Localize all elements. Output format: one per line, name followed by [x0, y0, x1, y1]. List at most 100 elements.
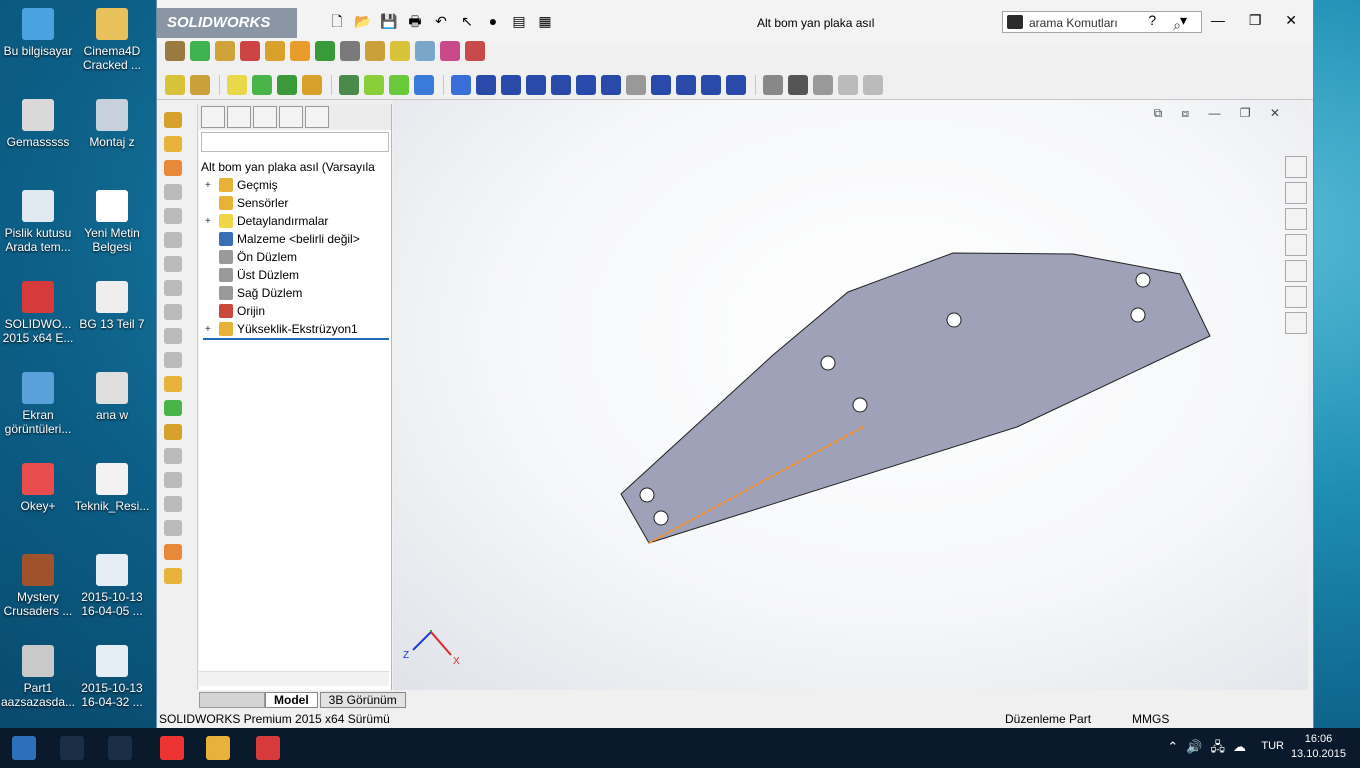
desktop-icon[interactable]: Part1 aazsazasda...: [0, 645, 76, 709]
line-icon[interactable]: [451, 74, 471, 95]
section-view-icon[interactable]: [788, 74, 808, 95]
hole-icon[interactable]: [164, 256, 182, 272]
task-view-icon[interactable]: [108, 736, 132, 760]
tree-item[interactable]: Orijin: [199, 302, 391, 320]
relations-icon[interactable]: [364, 74, 384, 95]
undo-icon[interactable]: ↶: [431, 12, 451, 30]
window-controls[interactable]: ? ▾ — ❐ ✕: [1148, 12, 1307, 29]
measure-icon[interactable]: [813, 74, 833, 95]
grid-icon[interactable]: [339, 74, 359, 95]
tree-item[interactable]: Sensörler: [199, 194, 391, 212]
draft-side-icon[interactable]: [164, 352, 182, 368]
home-icon[interactable]: [1285, 156, 1307, 178]
freeform-icon[interactable]: [164, 520, 182, 536]
mirror-icon[interactable]: [465, 41, 485, 61]
chamfer-icon[interactable]: [164, 304, 182, 320]
reference-icon[interactable]: [164, 424, 182, 440]
hole[interactable]: [653, 510, 669, 526]
forum-icon[interactable]: [1285, 312, 1307, 334]
desktop-icon[interactable]: Ekran görüntüleri...: [0, 372, 76, 436]
tree-root-part[interactable]: Alt bom yan plaka asıl (Varsayıla: [199, 154, 391, 176]
desktop-icon[interactable]: Pislik kutusu Arada tem...: [0, 190, 76, 254]
solidworks-taskbar-icon[interactable]: [256, 736, 280, 760]
mirror-side-icon[interactable]: [164, 472, 182, 488]
expand-toggle[interactable]: +: [205, 180, 215, 191]
tab-display-manager[interactable]: [305, 106, 329, 128]
hole[interactable]: [852, 397, 868, 413]
fillet-side-icon[interactable]: [164, 280, 182, 296]
hole[interactable]: [1130, 307, 1146, 323]
expand-toggle[interactable]: +: [205, 324, 215, 335]
tree-item[interactable]: + Geçmiş: [199, 176, 391, 194]
cut-icon[interactable]: [164, 232, 182, 248]
smart-dimension-icon[interactable]: [190, 74, 210, 95]
tab-configuration-manager[interactable]: [253, 106, 277, 128]
pattern-icon[interactable]: [365, 41, 385, 61]
desktop-icon[interactable]: Teknik_Resi...: [74, 463, 150, 513]
desktop-icon[interactable]: 2015-10-13 16-04-05 ...: [74, 554, 150, 618]
rollback-bar[interactable]: [203, 338, 389, 340]
extruded-boss-icon[interactable]: [165, 41, 185, 61]
hole-wizard-icon[interactable]: [315, 41, 335, 61]
polygon-icon[interactable]: [651, 74, 671, 95]
custom-properties-icon[interactable]: [1285, 286, 1307, 308]
tab-3d-view[interactable]: 3B Görünüm: [319, 692, 406, 708]
linear-pattern-icon[interactable]: [838, 74, 858, 95]
file-properties-icon[interactable]: ▤: [509, 12, 529, 30]
design-library-icon[interactable]: [1285, 182, 1307, 204]
tree-item[interactable]: Üst Düzlem: [199, 266, 391, 284]
dome-icon[interactable]: [164, 496, 182, 512]
swept-boss-icon[interactable]: [215, 41, 235, 61]
rectangle-icon[interactable]: [476, 74, 496, 95]
hole[interactable]: [946, 312, 962, 328]
ellipse-icon[interactable]: [601, 74, 621, 95]
fillet-sketch-icon[interactable]: [626, 74, 646, 95]
extruded-cut-icon[interactable]: [290, 41, 310, 61]
system-tray-icons[interactable]: ⌃🔊🖧☁: [1167, 738, 1254, 760]
rib-side-icon[interactable]: [164, 328, 182, 344]
tab-property-manager[interactable]: [227, 106, 251, 128]
reference-geometry-icon[interactable]: [227, 74, 247, 95]
appearances-icon[interactable]: [1285, 260, 1307, 282]
revolve-icon[interactable]: [164, 136, 182, 152]
move-entities-icon[interactable]: [863, 74, 883, 95]
search-taskbar-icon[interactable]: [60, 736, 84, 760]
pattern-side-icon[interactable]: [164, 448, 182, 464]
hole[interactable]: [1135, 272, 1151, 288]
hole[interactable]: [820, 355, 836, 371]
lofted-boss-icon[interactable]: [240, 41, 260, 61]
rib-icon[interactable]: [390, 41, 410, 61]
status-units[interactable]: MMGS: [1132, 712, 1169, 726]
desktop-icon[interactable]: ana w: [74, 372, 150, 422]
open-folder-icon[interactable]: 📂: [353, 12, 373, 30]
file-explorer-icon[interactable]: [1285, 208, 1307, 230]
view-palette-icon[interactable]: [1285, 234, 1307, 256]
wrap-icon[interactable]: [164, 376, 182, 392]
split-icon[interactable]: [164, 568, 182, 584]
tab-dimxpert-manager[interactable]: [279, 106, 303, 128]
fillet-icon[interactable]: [340, 41, 360, 61]
slot-icon[interactable]: [501, 74, 521, 95]
move-face-icon[interactable]: [164, 544, 182, 560]
select-cursor-icon[interactable]: ↖: [457, 12, 477, 30]
clock[interactable]: 16:06 13.10.2015: [1291, 732, 1346, 762]
centerline-icon[interactable]: [701, 74, 721, 95]
desktop-icon[interactable]: 2015-10-13 16-04-32 ...: [74, 645, 150, 709]
input-language[interactable]: TUR: [1261, 740, 1284, 752]
tab-model[interactable]: Model: [265, 692, 318, 708]
trim-icon[interactable]: [389, 74, 409, 95]
convert-entities-icon[interactable]: [414, 74, 434, 95]
intersect-icon[interactable]: [164, 400, 182, 416]
options-icon[interactable]: ▦: [535, 12, 555, 30]
extrude-icon[interactable]: [164, 112, 182, 128]
tree-filter-input[interactable]: [201, 132, 389, 152]
new-document-icon[interactable]: 🗋: [327, 12, 347, 30]
boundary-icon[interactable]: [164, 208, 182, 224]
desktop-icon[interactable]: Bu bilgisayar: [0, 8, 76, 58]
instant3d-icon[interactable]: [277, 74, 297, 95]
print-icon[interactable]: 🖶: [405, 12, 425, 30]
revolved-boss-icon[interactable]: [190, 41, 210, 61]
tree-item[interactable]: Ön Düzlem: [199, 248, 391, 266]
tab-feature-manager[interactable]: [201, 106, 225, 128]
rebuild-icon[interactable]: ●: [483, 12, 503, 30]
